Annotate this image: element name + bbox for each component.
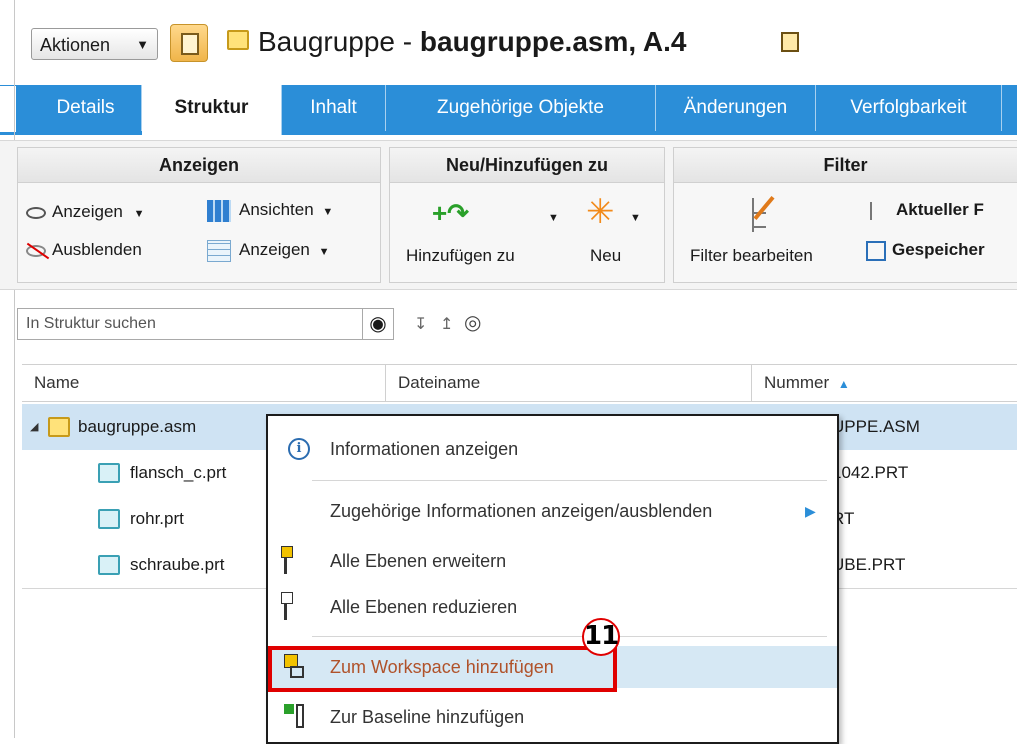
part-icon: [98, 555, 120, 575]
left-frame-border: [14, 0, 15, 738]
ribbon-group-anzeigen: Anzeigen Anzeigen ▼ Ausblenden Ansichten…: [17, 147, 381, 283]
title-object: baugruppe.asm, A.4: [419, 26, 687, 57]
chevron-down-icon: ▼: [133, 208, 145, 220]
add-to-button[interactable]: Hinzufügen zu: [406, 244, 515, 268]
current-filter-label: Aktueller F: [896, 200, 984, 219]
views-button[interactable]: Ansichten ▼: [207, 198, 333, 224]
filter-edit-icon: [746, 192, 782, 236]
show-label: Anzeigen: [52, 202, 123, 221]
eye-icon: [26, 206, 46, 219]
display-label: Anzeigen: [239, 240, 310, 259]
expand-tree-icon: [281, 546, 304, 574]
new-button[interactable]: Neu: [590, 244, 621, 268]
chevron-down-icon: ▼: [322, 206, 334, 218]
add-to-icon: +↷: [432, 198, 469, 228]
sort-ascending-icon: ▲: [837, 377, 850, 391]
document-icon-button[interactable]: [170, 24, 208, 62]
tab-bar: Details Struktur Inhalt Zugehörige Objek…: [0, 85, 1017, 135]
menu-item-label: Zugehörige Informationen anzeigen/ausble…: [330, 501, 713, 521]
assembly-icon: [48, 417, 70, 437]
table-header: Name Dateiname Nummer ▲: [22, 364, 1017, 402]
chevron-down-icon: ▼: [548, 212, 559, 224]
menu-item-label: Informationen anzeigen: [330, 439, 519, 459]
saved-filter-label: Gespeicher: [892, 240, 985, 259]
tab-aenderungen[interactable]: Änderungen: [656, 85, 816, 131]
ribbon-group-filter: Filter Filter bearbeiten Aktueller F Ges…: [673, 147, 1017, 283]
column-nummer-label: Nummer: [764, 373, 830, 392]
row-name: schraube.prt: [130, 555, 225, 574]
tab-details[interactable]: Details: [30, 85, 142, 131]
assembly-icon: [227, 30, 249, 50]
show-button[interactable]: Anzeigen ▼: [26, 200, 145, 226]
menu-item-alle-ebenen-reduzieren[interactable]: Alle Ebenen reduzieren: [268, 586, 837, 628]
filter-down-icon[interactable]: ↧: [414, 314, 427, 334]
search-binoculars-icon[interactable]: ◉: [362, 309, 393, 339]
ribbon-group-neu-hinzufuegen: Neu/Hinzufügen zu +↷ ▼ Hinzufügen zu ✳ ▼…: [389, 147, 665, 283]
row-name: rohr.prt: [130, 509, 184, 528]
group-title: Neu/Hinzufügen zu: [390, 148, 664, 183]
menu-item-alle-ebenen-erweitern[interactable]: Alle Ebenen erweitern: [268, 540, 837, 582]
part-icon: [98, 463, 120, 483]
menu-item-label: Zur Baseline hinzufügen: [330, 707, 525, 727]
hide-label: Ausblenden: [52, 240, 142, 259]
info-icon: i: [288, 438, 310, 460]
tab-inhalt[interactable]: Inhalt: [282, 85, 386, 131]
document-icon: [781, 32, 799, 52]
highlight-marker: [268, 646, 617, 692]
menu-separator: [312, 636, 827, 637]
row-nummer: UPPE.ASM: [832, 417, 920, 436]
row-name: flansch_c.prt: [130, 463, 227, 482]
eye-hidden-icon: [26, 242, 50, 259]
menu-item-label: Alle Ebenen reduzieren: [330, 597, 518, 617]
tab-struktur[interactable]: Struktur: [142, 85, 282, 135]
collapse-tree-icon: [281, 592, 304, 620]
table-view-icon: [207, 199, 231, 222]
row-nummer: 1042.PRT: [832, 463, 909, 482]
add-to-baseline-icon: [284, 704, 306, 730]
column-dateiname[interactable]: Dateiname: [386, 365, 752, 401]
menu-item-label: Alle Ebenen erweitern: [330, 551, 507, 571]
table-icon: [207, 239, 231, 262]
column-nummer[interactable]: Nummer ▲: [752, 365, 1017, 401]
views-label: Ansichten: [239, 200, 314, 219]
row-name: baugruppe.asm: [78, 417, 197, 436]
display-options-button[interactable]: Anzeigen ▼: [207, 238, 330, 264]
current-filter-button[interactable]: Aktueller F: [870, 198, 984, 222]
tree-filter-icon: [870, 201, 886, 220]
submenu-arrow-icon: ▶: [805, 503, 816, 519]
menu-separator: [312, 480, 827, 481]
menu-item-informationen-anzeigen[interactable]: i Informationen anzeigen: [268, 428, 837, 470]
group-title: Anzeigen: [18, 148, 380, 183]
menu-item-zugehoerige-informationen[interactable]: Zugehörige Informationen anzeigen/ausble…: [268, 490, 837, 532]
actions-dropdown[interactable]: Aktionen ▼: [31, 28, 158, 60]
group-title: Filter: [674, 148, 1017, 183]
step-number-badge: 11: [582, 618, 620, 656]
advanced-search-icon[interactable]: ◎: [464, 310, 481, 335]
tab-zugehoerige-objekte[interactable]: Zugehörige Objekte: [386, 85, 656, 131]
title-prefix: Baugruppe -: [258, 26, 420, 57]
hide-button[interactable]: Ausblenden: [26, 238, 142, 262]
search-input[interactable]: In Struktur suchen: [17, 308, 394, 340]
saved-filter-button[interactable]: Gespeicher: [866, 238, 985, 262]
chevron-down-icon: ▼: [318, 246, 330, 258]
part-icon: [98, 509, 120, 529]
filter-edit-button[interactable]: Filter bearbeiten: [690, 244, 813, 268]
chevron-down-icon: ▼: [630, 212, 641, 224]
chevron-down-icon: ▼: [136, 37, 149, 52]
collapse-arrow-icon[interactable]: ◢: [30, 404, 38, 450]
column-name[interactable]: Name: [22, 365, 386, 401]
page-title: Baugruppe - baugruppe.asm, A.4: [258, 22, 686, 62]
context-menu: i Informationen anzeigen Zugehörige Info…: [266, 414, 839, 744]
actions-label: Aktionen: [40, 35, 111, 55]
saved-filter-icon: [866, 240, 886, 261]
menu-item-zur-baseline-hinzufuegen[interactable]: Zur Baseline hinzufügen: [268, 696, 837, 738]
new-star-icon: ✳: [586, 193, 615, 231]
filter-up-icon[interactable]: ↥: [440, 314, 453, 334]
tab-verfolgbarkeit[interactable]: Verfolgbarkeit: [816, 85, 1002, 131]
row-nummer: UBE.PRT: [832, 555, 906, 574]
